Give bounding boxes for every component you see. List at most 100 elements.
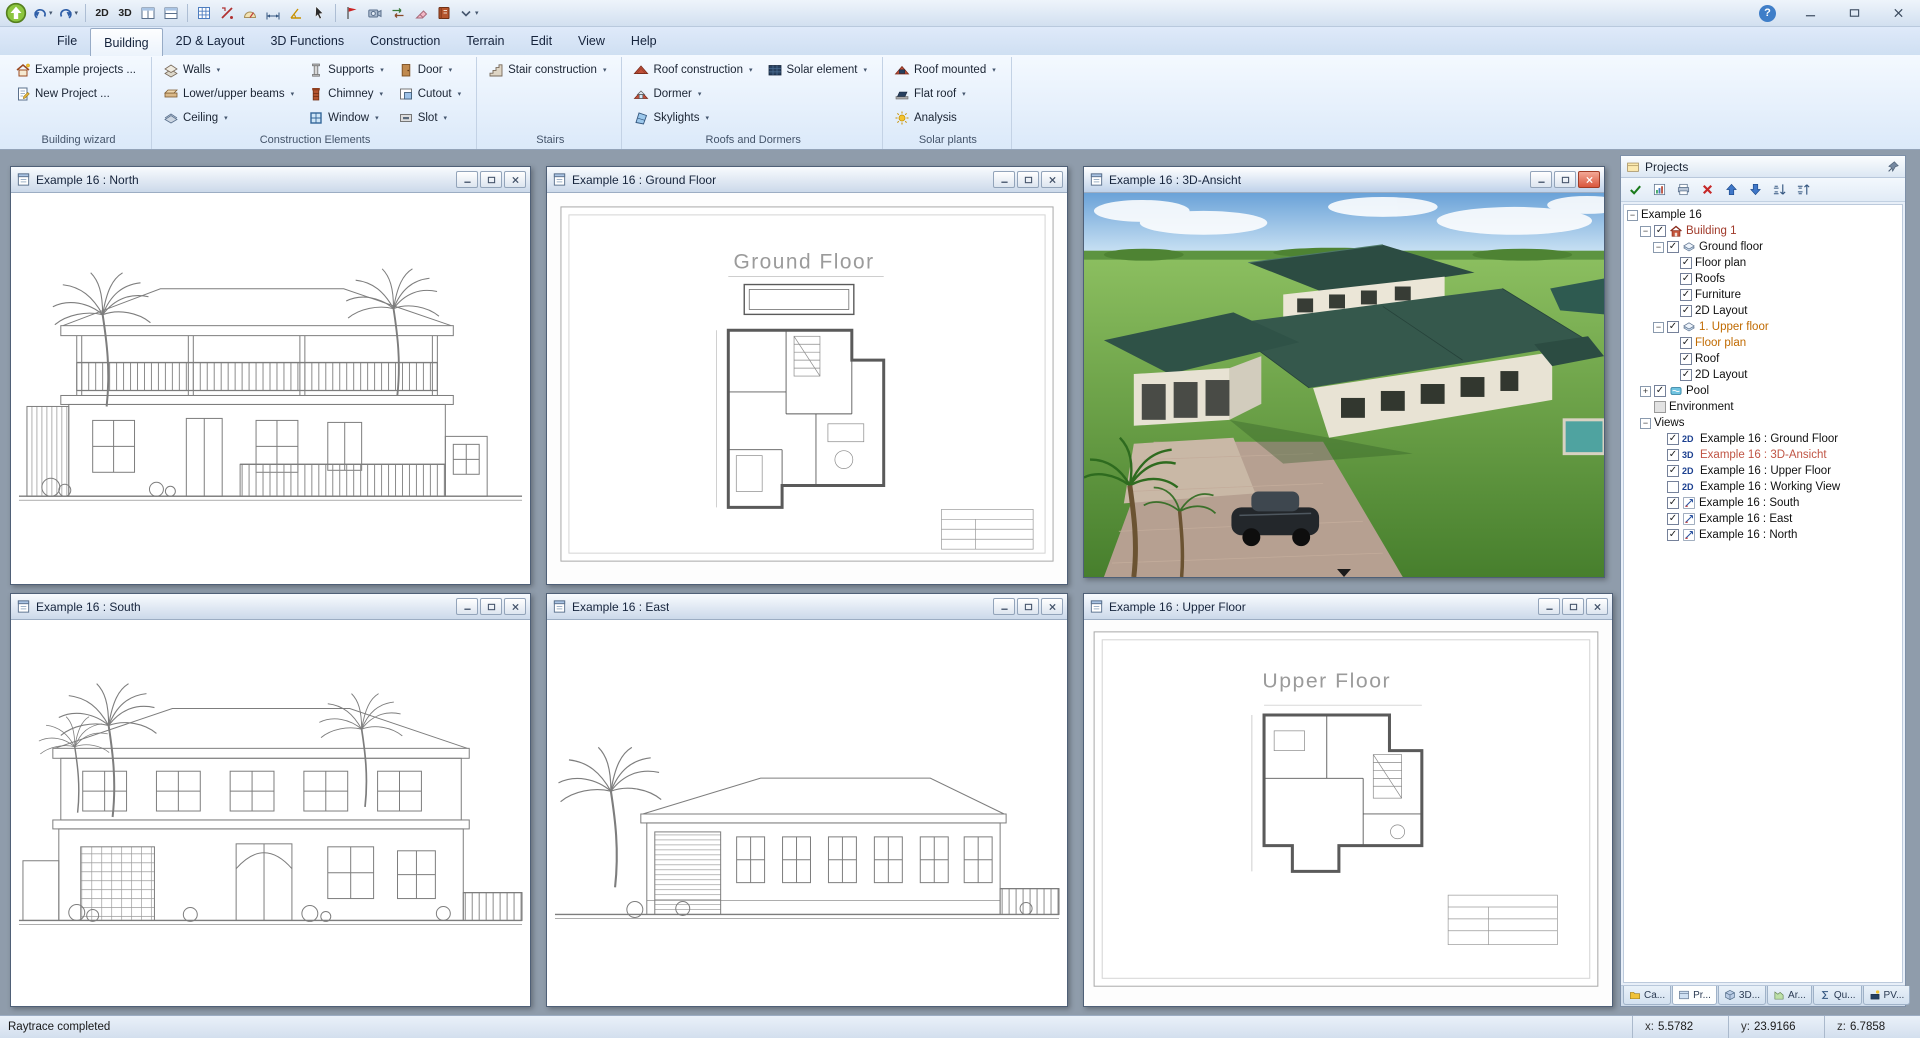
collapse-icon[interactable]: − [1640, 226, 1651, 237]
ribbon-item-stair-construction[interactable]: Stair construction▾ [484, 58, 610, 82]
floor-plan-drawing-ground[interactable]: Ground Floor [547, 193, 1067, 584]
eraser-button[interactable] [410, 2, 432, 24]
window-example16-north[interactable]: Example 16 : North [10, 166, 531, 585]
tree-item-example-16[interactable]: −Example 16 [1624, 207, 1902, 223]
menu-tab-construction[interactable]: Construction [357, 27, 453, 55]
window-titlebar[interactable]: Example 16 : East [547, 594, 1067, 620]
move-down-button[interactable] [1744, 180, 1766, 200]
window-maximize-button[interactable] [480, 171, 502, 188]
panel-tab-3d[interactable]: 3D... [1718, 986, 1766, 1005]
floor-plan-drawing-upper[interactable]: Upper Floor [1084, 620, 1612, 1006]
dropdown-arrow-icon[interactable]: ▾ [291, 90, 295, 98]
visibility-checkbox[interactable]: ✓ [1667, 497, 1679, 509]
dropdown-arrow-icon[interactable]: ▾ [962, 90, 966, 98]
camera-button[interactable] [364, 2, 386, 24]
collapse-icon[interactable]: − [1653, 322, 1664, 333]
menu-tab-building[interactable]: Building [90, 28, 162, 56]
visibility-checkbox[interactable]: ✓ [1680, 273, 1692, 285]
app-close-button[interactable] [1876, 0, 1920, 27]
window-close-button[interactable] [504, 598, 526, 615]
window-maximize-button[interactable] [480, 598, 502, 615]
visibility-checkbox[interactable]: ✓ [1680, 369, 1692, 381]
window-minimize-button[interactable] [1530, 171, 1552, 188]
window-minimize-button[interactable] [456, 598, 478, 615]
delete-button[interactable] [1696, 180, 1718, 200]
window-maximize-button[interactable] [1562, 598, 1584, 615]
window-example16-east[interactable]: Example 16 : East [546, 593, 1068, 1007]
panel-tab-qu[interactable]: Qu... [1813, 986, 1862, 1005]
window-example16-3d-ansicht[interactable]: Example 16 : 3D-Ansicht [1083, 166, 1605, 578]
sort-asc-button[interactable] [1768, 180, 1790, 200]
flag-red-button[interactable] [341, 2, 363, 24]
window-close-button[interactable] [1041, 598, 1063, 615]
protractor-button[interactable] [239, 2, 261, 24]
app-minimize-button[interactable] [1788, 0, 1832, 27]
ribbon-item-chimney[interactable]: Chimney▾ [304, 82, 388, 106]
toolbar-options-button[interactable]: ▾ [456, 2, 481, 24]
dropdown-arrow-icon[interactable]: ▾ [375, 114, 379, 122]
sort-desc-button[interactable] [1792, 180, 1814, 200]
tree-item-floor-plan[interactable]: ✓Floor plan [1624, 255, 1902, 271]
visibility-checkbox[interactable]: ✓ [1680, 337, 1692, 349]
ribbon-item-dormer[interactable]: Dormer▾ [629, 82, 756, 106]
ribbon-item-lower-upper-beams[interactable]: Lower/upper beams▾ [159, 82, 298, 106]
dropdown-arrow-icon[interactable]: ▾ [603, 66, 607, 74]
menu-tab-2d-layout[interactable]: 2D & Layout [163, 27, 258, 55]
dropdown-arrow-icon[interactable]: ▾ [75, 9, 79, 17]
panel-tab-ca[interactable]: Ca... [1623, 986, 1671, 1005]
ribbon-item-window[interactable]: Window▾ [304, 106, 388, 130]
dropdown-arrow-icon[interactable]: ▾ [380, 90, 384, 98]
dropdown-arrow-icon[interactable]: ▾ [449, 66, 453, 74]
window-titlebar[interactable]: Example 16 : Ground Floor [547, 167, 1067, 193]
transfer-button[interactable] [387, 2, 409, 24]
dropdown-arrow-icon[interactable]: ▾ [992, 66, 996, 74]
panel-tab-pv[interactable]: PV... [1863, 986, 1911, 1005]
menu-tab-terrain[interactable]: Terrain [453, 27, 517, 55]
collapse-icon[interactable]: − [1640, 418, 1651, 429]
dropdown-arrow-icon[interactable]: ▾ [863, 66, 867, 74]
tree-item-2d-layout[interactable]: ✓2D Layout [1624, 367, 1902, 383]
render-3d-view[interactable] [1084, 193, 1604, 577]
ribbon-item-example-projects[interactable]: Example projects ... [11, 58, 140, 82]
visibility-checkbox[interactable]: ✓ [1667, 449, 1679, 461]
tree-item-building-1[interactable]: −✓Building 1 [1624, 223, 1902, 239]
window-minimize-button[interactable] [993, 598, 1015, 615]
window-minimize-button[interactable] [1538, 598, 1560, 615]
report-button[interactable] [1648, 180, 1670, 200]
view-3d-button[interactable]: 3D [114, 2, 136, 24]
visibility-checkbox[interactable]: ✓ [1667, 529, 1679, 541]
tree-item-example-16-3d-ansicht[interactable]: ✓3DExample 16 : 3D-Ansicht [1624, 447, 1902, 463]
ribbon-item-analysis[interactable]: Analysis [890, 106, 1000, 130]
tree-item-1-upper-floor[interactable]: −✓1. Upper floor [1624, 319, 1902, 335]
window-titlebar[interactable]: Example 16 : North [11, 167, 530, 193]
tree-item-example-16-north[interactable]: ✓Example 16 : North [1624, 527, 1902, 543]
app-maximize-button[interactable] [1832, 0, 1876, 27]
undo-button[interactable]: ▾ [30, 2, 55, 24]
pointer-button[interactable] [308, 2, 330, 24]
tree-item-example-16-upper-floor[interactable]: ✓2DExample 16 : Upper Floor [1624, 463, 1902, 479]
window-maximize-button[interactable] [1017, 598, 1039, 615]
redo-button[interactable]: ▾ [56, 2, 81, 24]
ribbon-item-flat-roof[interactable]: Flat roof▾ [890, 82, 1000, 106]
visibility-checkbox[interactable]: ✓ [1667, 513, 1679, 525]
menu-tab-file[interactable]: File [44, 27, 90, 55]
ribbon-item-walls[interactable]: Walls▾ [159, 58, 298, 82]
grid-button[interactable] [193, 2, 215, 24]
window-titlebar[interactable]: Example 16 : South [11, 594, 530, 620]
dropdown-arrow-icon[interactable]: ▾ [749, 66, 753, 74]
dropdown-arrow-icon[interactable]: ▾ [475, 9, 479, 17]
split-vertical-button[interactable] [137, 2, 159, 24]
expand-icon[interactable]: + [1640, 386, 1651, 397]
window-maximize-button[interactable] [1554, 171, 1576, 188]
window-minimize-button[interactable] [993, 171, 1015, 188]
tree-item-example-16-south[interactable]: ✓Example 16 : South [1624, 495, 1902, 511]
visibility-checkbox[interactable]: ✓ [1680, 289, 1692, 301]
dropdown-arrow-icon[interactable]: ▾ [698, 90, 702, 98]
dimension-button[interactable] [262, 2, 284, 24]
catalog-button[interactable] [433, 2, 455, 24]
tree-item-ground-floor[interactable]: −✓Ground floor [1624, 239, 1902, 255]
menu-tab-help[interactable]: Help [618, 27, 670, 55]
menu-tab-view[interactable]: View [565, 27, 618, 55]
menu-tab-3d-functions[interactable]: 3D Functions [257, 27, 357, 55]
visibility-checkbox[interactable]: ✓ [1667, 241, 1679, 253]
